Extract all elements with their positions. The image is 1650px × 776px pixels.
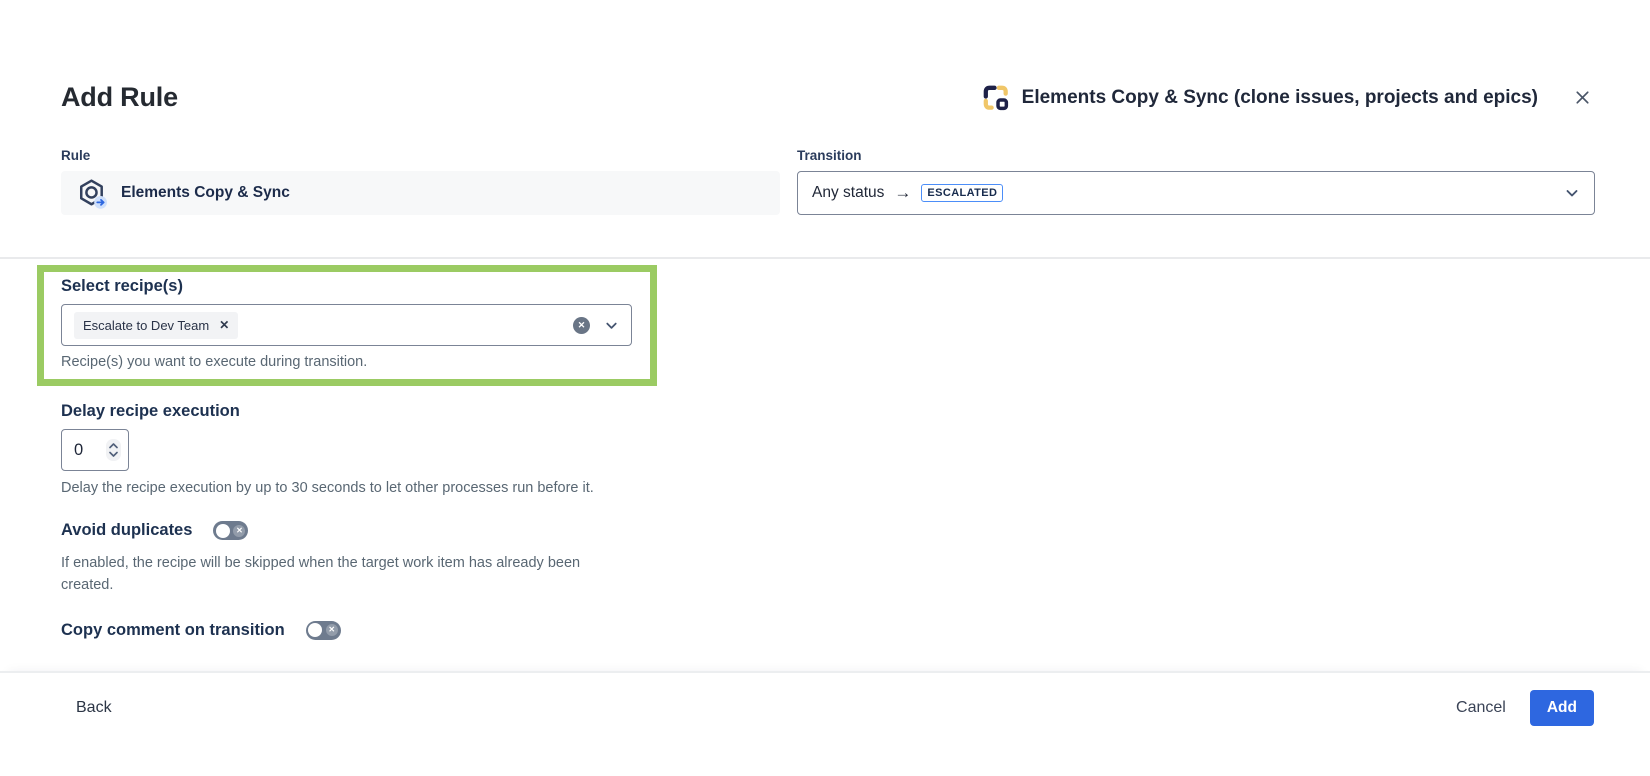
modal-header: Add Rule Elements Copy & Sync (clone iss… (61, 82, 1595, 113)
rule-label: Rule (61, 148, 780, 163)
chip-remove-icon[interactable]: ✕ (219, 319, 229, 331)
highlighted-recipe-section: Select recipe(s) Escalate to Dev Team ✕ … (37, 265, 657, 386)
select-recipes-helper: Recipe(s) you want to execute during tra… (61, 354, 633, 370)
avoid-duplicates-helper: If enabled, the recipe will be skipped w… (61, 552, 609, 597)
stepper-down-icon (109, 451, 118, 457)
copy-comment-heading: Copy comment on transition (61, 621, 285, 640)
clear-all-icon[interactable]: ✕ (573, 317, 590, 334)
delay-helper: Delay the recipe execution by up to 30 s… (61, 480, 1595, 496)
rule-field: Elements Copy & Sync (61, 171, 780, 215)
transition-from-status: Any status (812, 184, 884, 202)
copy-comment-row: Copy comment on transition ✕ (61, 621, 1595, 640)
footer-actions: Cancel Add (1446, 690, 1594, 726)
copy-comment-toggle[interactable]: ✕ (306, 621, 341, 640)
cancel-button[interactable]: Cancel (1446, 691, 1516, 725)
avoid-duplicates-heading: Avoid duplicates (61, 521, 192, 540)
recipe-multiselect[interactable]: Escalate to Dev Team ✕ ✕ (61, 304, 632, 346)
elements-copy-sync-app-icon (980, 82, 1011, 113)
rule-column: Rule Elements Copy & Sync (61, 148, 780, 215)
select-controls: ✕ (573, 317, 619, 334)
arrow-right-icon: → (894, 183, 911, 203)
transition-column: Transition Any status → ESCALATED (797, 148, 1595, 215)
page-title: Add Rule (61, 82, 178, 113)
delay-number-input[interactable]: 0 (61, 429, 129, 471)
transition-select[interactable]: Any status → ESCALATED (797, 171, 1595, 215)
recipe-chip-label: Escalate to Dev Team (83, 318, 209, 333)
add-rule-modal: Add Rule Elements Copy & Sync (clone iss… (0, 0, 1650, 776)
toggle-off-icon: ✕ (233, 525, 245, 537)
status-badge: ESCALATED (921, 184, 1003, 203)
back-button[interactable]: Back (76, 699, 112, 717)
toggle-off-icon: ✕ (326, 624, 338, 636)
delay-heading: Delay recipe execution (61, 402, 1595, 421)
toggle-knob (216, 524, 230, 538)
select-recipes-heading: Select recipe(s) (61, 277, 633, 296)
rule-value: Elements Copy & Sync (121, 184, 290, 202)
copy-sync-rule-icon (77, 178, 108, 209)
close-icon[interactable] (1570, 85, 1595, 110)
app-header: Elements Copy & Sync (clone issues, proj… (980, 82, 1538, 113)
avoid-duplicates-row: Avoid duplicates ✕ (61, 521, 1595, 540)
modal-footer: Back Cancel Add (0, 671, 1650, 726)
add-button[interactable]: Add (1530, 690, 1594, 726)
transition-label: Transition (797, 148, 1595, 163)
rule-transition-row: Rule Elements Copy & Sync Transition (61, 148, 1595, 215)
section-divider (0, 257, 1650, 259)
toggle-knob (308, 623, 322, 637)
avoid-duplicates-toggle[interactable]: ✕ (213, 521, 248, 540)
stepper-up-icon (109, 443, 118, 449)
app-header-title: Elements Copy & Sync (clone issues, proj… (1022, 87, 1538, 109)
number-stepper[interactable] (106, 439, 121, 461)
delay-value: 0 (74, 441, 83, 460)
recipe-chip[interactable]: Escalate to Dev Team ✕ (74, 312, 238, 339)
chevron-down-icon[interactable] (1564, 185, 1580, 201)
chevron-down-icon[interactable] (604, 318, 619, 333)
